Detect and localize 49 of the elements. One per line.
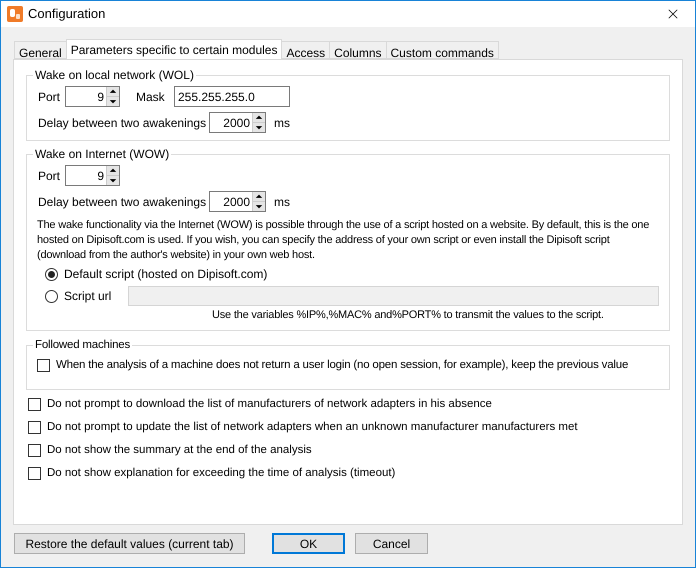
spin-up-icon[interactable] xyxy=(253,113,265,122)
unit-label: ms xyxy=(274,114,290,132)
checkbox[interactable] xyxy=(28,421,41,434)
number-spinner[interactable]: 9 xyxy=(65,165,120,186)
spin-down-icon[interactable] xyxy=(253,201,265,211)
checkbox-label: Do not show the summary at the end of the analysis xyxy=(47,442,312,458)
radio-label: Default script (hosted on Dipisoft.com) xyxy=(64,266,268,283)
radio-label: Script url xyxy=(64,288,112,305)
delay-label: Delay between two awakenings xyxy=(38,194,208,210)
restore-defaults-button[interactable]: Restore the default values (current tab) xyxy=(14,533,245,554)
group-title: Followed machines xyxy=(34,338,132,353)
number-spinner[interactable]: 2000 xyxy=(209,112,266,133)
checkbox-label: Do not prompt to download the list of manufacturers of network adapters in his absence xyxy=(47,396,492,412)
tab[interactable]: Parameters specific to certain modules xyxy=(66,39,282,59)
dialog-button[interactable]: Cancel xyxy=(355,533,428,554)
spin-up-icon[interactable] xyxy=(253,192,265,201)
checkbox-label: Do not show explanation for exceeding the time of analysis (timeout) xyxy=(47,466,396,481)
spin-down-icon[interactable] xyxy=(107,175,119,185)
radio-button[interactable] xyxy=(45,268,58,280)
checkbox[interactable] xyxy=(37,359,50,372)
dialog-button[interactable]: OK xyxy=(272,533,345,554)
group-title: Wake on Internet (WOW) xyxy=(34,146,170,163)
tab[interactable]: Custom commands xyxy=(386,41,499,59)
checkbox-label: Do not prompt to update the list of network adapters when an unknown manufacturer manufacturers met xyxy=(47,420,578,435)
spin-down-icon[interactable] xyxy=(253,122,265,132)
delay-label: Delay between two awakenings xyxy=(38,114,208,132)
hint-text: Use the variables %IP%,%MAC% and%PORT% to transmit the values to the script. xyxy=(212,308,604,323)
description-text: The wake functionality via the Internet (WOW) is possible through the use of a script hosted on a website. By default, this is the one hosted on Dipisoft.com is used. If you wish, you can specify the address of your own script or even install the Dipisoft script (download from the author's website) in your own web host. xyxy=(37,218,650,263)
checkbox[interactable] xyxy=(28,467,41,480)
group-title: Wake on local network (WOL) xyxy=(34,67,195,84)
mask-field[interactable]: 255.255.255.0 xyxy=(174,86,290,107)
mask-label: Mask xyxy=(136,88,166,106)
number-spinner[interactable]: 9 xyxy=(65,86,120,107)
number-spinner[interactable]: 2000 xyxy=(209,191,266,212)
tab[interactable]: Columns xyxy=(329,41,387,59)
checkbox-label: When the analysis of a machine does not return a user login (no open session, for example), keep the previous value xyxy=(56,358,628,374)
spin-down-icon[interactable] xyxy=(107,96,119,106)
tab[interactable]: General xyxy=(14,41,67,59)
checkbox[interactable] xyxy=(28,444,41,457)
unit-label: ms xyxy=(274,194,290,210)
port-label: Port xyxy=(38,88,61,106)
app-logo-icon xyxy=(7,6,23,22)
checkbox[interactable] xyxy=(28,398,41,411)
spin-up-icon[interactable] xyxy=(107,166,119,175)
radio-button[interactable] xyxy=(45,290,58,302)
window-title: Configuration xyxy=(28,5,106,24)
port-label: Port xyxy=(38,168,61,184)
tab[interactable]: Access xyxy=(281,41,330,59)
spin-up-icon[interactable] xyxy=(107,87,119,96)
